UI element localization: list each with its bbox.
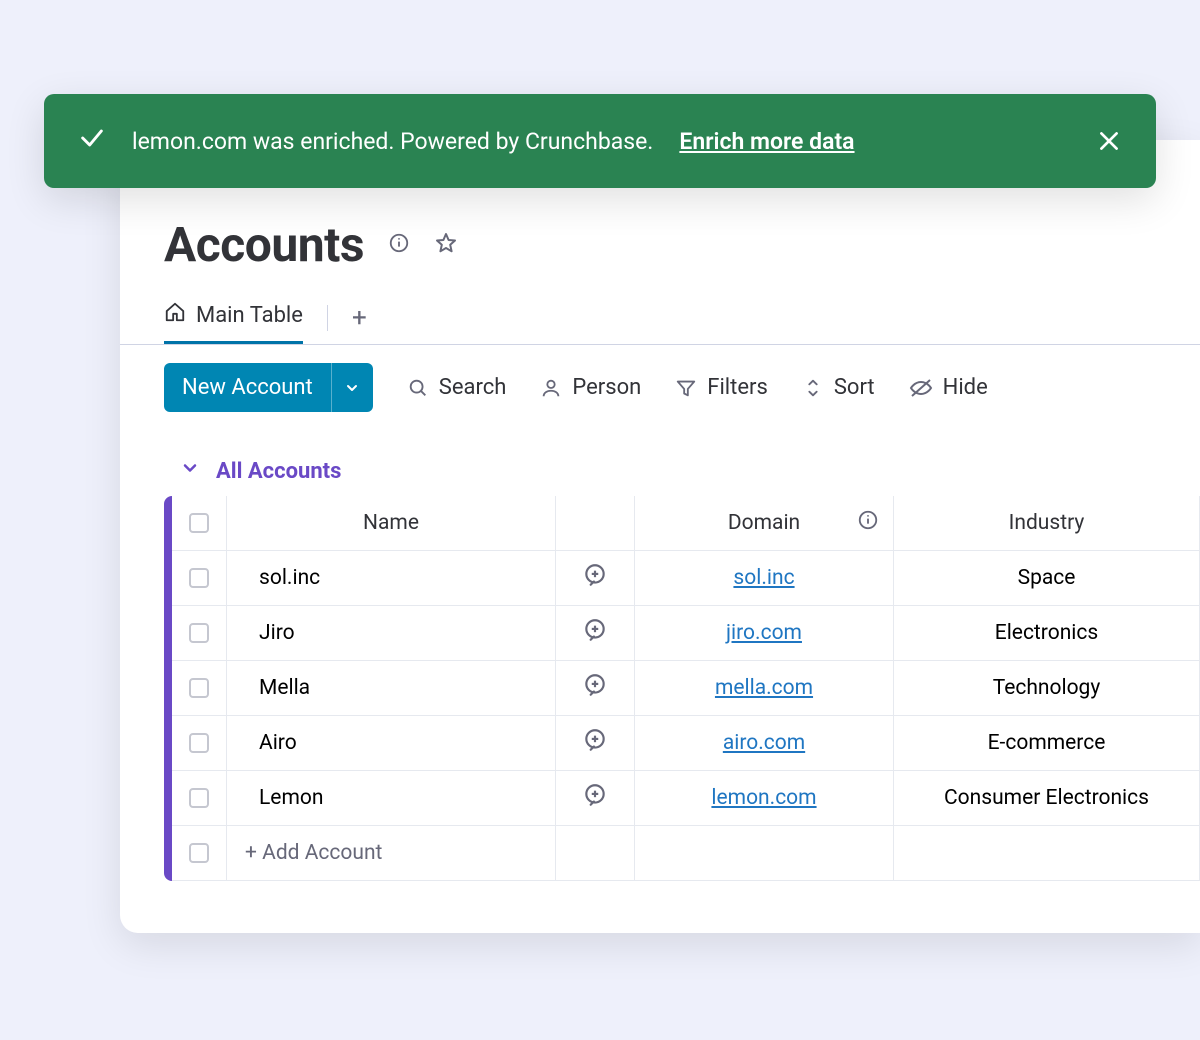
row-name[interactable]: Mella	[226, 660, 556, 716]
toast-message: lemon.com was enriched. Powered by Crunc…	[132, 128, 653, 155]
row-checkbox-cell	[171, 825, 227, 881]
info-icon[interactable]	[388, 232, 410, 258]
table-row: Lemon lemon.com Consumer Electronics	[172, 771, 1200, 826]
add-account-label[interactable]: + Add Account	[226, 825, 556, 881]
row-domain[interactable]: jiro.com	[634, 605, 894, 661]
tab-main-table[interactable]: Main Table	[164, 291, 303, 344]
row-checkbox-cell[interactable]	[171, 715, 227, 771]
info-icon[interactable]	[857, 509, 879, 537]
row-name[interactable]: Lemon	[226, 770, 556, 826]
person-button[interactable]: Person	[540, 375, 641, 400]
row-checkbox-cell[interactable]	[171, 660, 227, 716]
row-checkbox[interactable]	[189, 678, 209, 698]
row-domain[interactable]: sol.inc	[634, 550, 894, 606]
accounts-table: Name Domain Industry sol.inc sol.inc	[164, 496, 1200, 881]
row-checkbox[interactable]	[189, 568, 209, 588]
row-checkbox[interactable]	[189, 733, 209, 753]
table-row: Jiro jiro.com Electronics	[172, 606, 1200, 661]
row-updates[interactable]	[555, 770, 635, 826]
check-icon	[78, 124, 106, 158]
search-label: Search	[439, 375, 507, 400]
select-all-checkbox[interactable]	[189, 513, 209, 533]
row-domain[interactable]: lemon.com	[634, 770, 894, 826]
chat-add-icon[interactable]	[582, 727, 608, 759]
row-industry[interactable]: Space	[893, 550, 1200, 606]
row-name[interactable]: sol.inc	[226, 550, 556, 606]
row-domain[interactable]: mella.com	[634, 660, 894, 716]
filters-button[interactable]: Filters	[675, 375, 768, 400]
row-checkbox-cell[interactable]	[171, 605, 227, 661]
page-header: Accounts	[120, 216, 1200, 273]
row-domain[interactable]: airo.com	[634, 715, 894, 771]
filters-label: Filters	[707, 375, 768, 400]
chat-add-icon[interactable]	[582, 672, 608, 704]
toolbar: New Account Search Person Filters Sort H…	[120, 345, 1200, 412]
person-label: Person	[572, 375, 641, 400]
row-industry[interactable]: Electronics	[893, 605, 1200, 661]
toast-close-button[interactable]	[1096, 128, 1122, 154]
new-account-label[interactable]: New Account	[164, 363, 331, 412]
empty-cell	[893, 825, 1200, 881]
chat-add-icon[interactable]	[582, 782, 608, 814]
select-all-cell[interactable]	[171, 496, 227, 551]
add-tab-button[interactable]: +	[352, 303, 367, 333]
search-button[interactable]: Search	[407, 375, 507, 400]
table-row: Mella mella.com Technology	[172, 661, 1200, 716]
tab-label: Main Table	[196, 303, 303, 328]
table-header-row: Name Domain Industry	[172, 496, 1200, 551]
tabs-row: Main Table +	[120, 291, 1200, 345]
table-row: sol.inc sol.inc Space	[172, 551, 1200, 606]
chevron-down-icon	[180, 458, 200, 484]
enrich-more-link[interactable]: Enrich more data	[679, 128, 854, 155]
row-updates[interactable]	[555, 715, 635, 771]
row-checkbox-cell[interactable]	[171, 550, 227, 606]
add-account-row[interactable]: + Add Account	[172, 826, 1200, 881]
toast-banner: lemon.com was enriched. Powered by Crunc…	[44, 94, 1156, 188]
sort-label: Sort	[834, 375, 875, 400]
star-icon[interactable]	[434, 231, 458, 259]
row-checkbox[interactable]	[189, 788, 209, 808]
accounts-card: Accounts Main Table + New Account Search	[120, 140, 1200, 933]
row-name[interactable]: Jiro	[226, 605, 556, 661]
page-title: Accounts	[164, 216, 364, 273]
group-title: All Accounts	[216, 459, 341, 484]
empty-cell	[634, 825, 894, 881]
row-industry[interactable]: Technology	[893, 660, 1200, 716]
row-name[interactable]: Airo	[226, 715, 556, 771]
row-industry[interactable]: Consumer Electronics	[893, 770, 1200, 826]
hide-button[interactable]: Hide	[909, 375, 988, 400]
row-industry[interactable]: E-commerce	[893, 715, 1200, 771]
row-checkbox	[189, 843, 209, 863]
row-updates[interactable]	[555, 605, 635, 661]
row-checkbox[interactable]	[189, 623, 209, 643]
row-checkbox-cell[interactable]	[171, 770, 227, 826]
column-updates	[555, 496, 635, 551]
new-account-dropdown[interactable]	[331, 363, 373, 412]
row-updates[interactable]	[555, 550, 635, 606]
chat-add-icon[interactable]	[582, 562, 608, 594]
new-account-button[interactable]: New Account	[164, 363, 373, 412]
group-header[interactable]: All Accounts	[180, 458, 1200, 484]
column-domain[interactable]: Domain	[634, 496, 894, 551]
sort-button[interactable]: Sort	[802, 375, 875, 400]
hide-label: Hide	[943, 375, 988, 400]
row-updates[interactable]	[555, 660, 635, 716]
column-industry[interactable]: Industry	[893, 496, 1200, 551]
table-row: Airo airo.com E-commerce	[172, 716, 1200, 771]
column-name[interactable]: Name	[226, 496, 556, 551]
empty-cell	[555, 825, 635, 881]
chat-add-icon[interactable]	[582, 617, 608, 649]
home-icon	[164, 301, 186, 329]
tab-separator	[327, 305, 328, 331]
